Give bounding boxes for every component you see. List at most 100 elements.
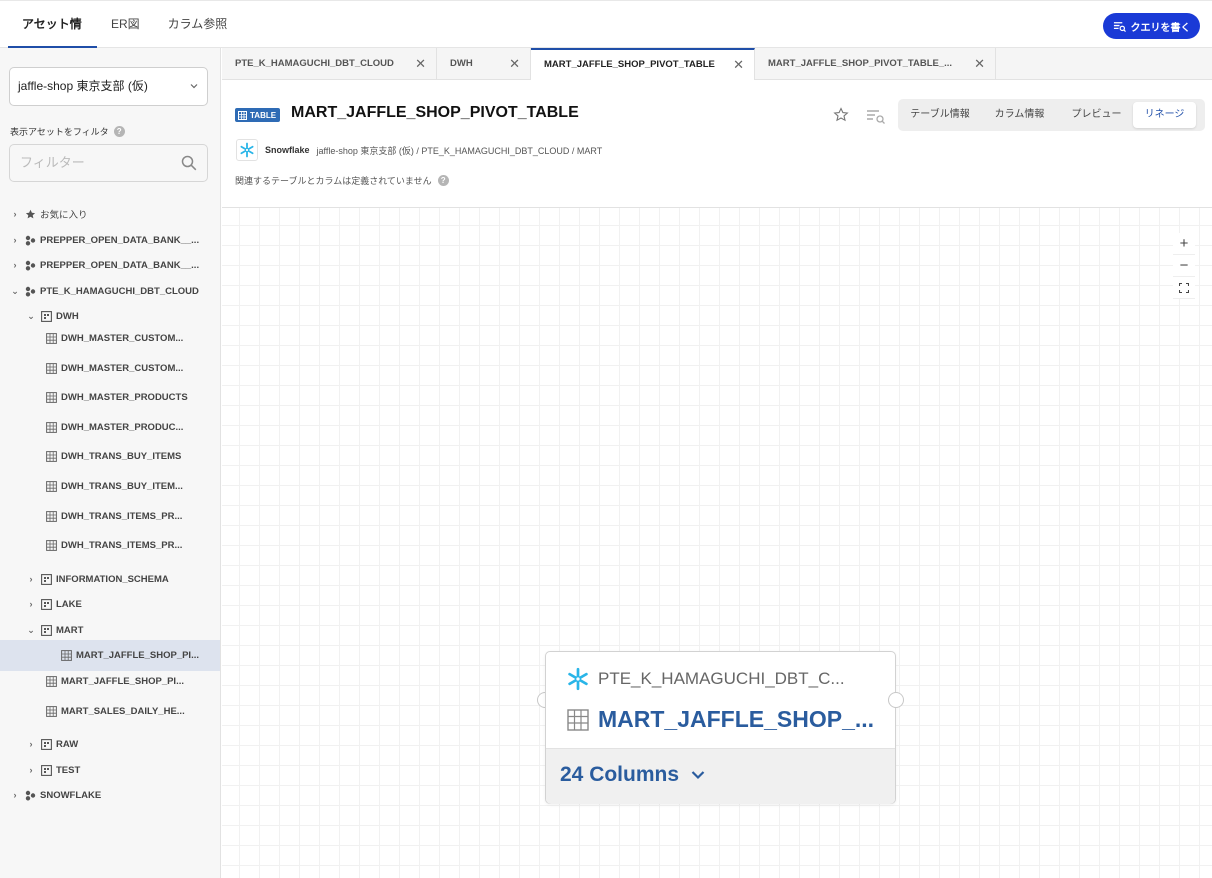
- view-preview[interactable]: プレビュー: [1060, 102, 1133, 128]
- open-tab-label: MART_JAFFLE_SHOP_PIVOT_TABLE_...: [768, 58, 953, 69]
- tree-item-label: DWH: [56, 310, 79, 322]
- node-output-handle[interactable]: [888, 692, 904, 708]
- tree-item[interactable]: › お気に入り: [10, 203, 88, 225]
- chevron-right-icon[interactable]: ›: [10, 209, 20, 219]
- chevron-down-icon[interactable]: ⌄: [26, 311, 36, 322]
- tree-item[interactable]: DWH_TRANS_ITEMS_PR...: [46, 505, 182, 527]
- schema-icon: [41, 624, 52, 636]
- table-icon: [46, 421, 57, 433]
- tree-item[interactable]: › SNOWFLAKE: [10, 784, 102, 806]
- database-icon: [25, 790, 36, 801]
- tree-item[interactable]: DWH_TRANS_ITEMS_PR...: [46, 534, 182, 556]
- table-icon: [46, 705, 57, 717]
- tree-item-label: DWH_MASTER_PRODUCTS: [61, 391, 188, 403]
- table-icon: [238, 110, 247, 120]
- tree-item[interactable]: DWH_MASTER_PRODUCTS: [46, 386, 188, 408]
- chevron-down-icon[interactable]: ⌄: [10, 286, 20, 297]
- close-icon[interactable]: ✕: [509, 48, 520, 80]
- chevron-down-icon: [190, 84, 198, 89]
- organization-select-value: jaffle-shop 東京支部 (仮): [18, 79, 148, 93]
- tree-item-label: INFORMATION_SCHEMA: [56, 573, 169, 585]
- tree-item[interactable]: MART_SALES_DAILY_HE...: [46, 700, 185, 722]
- tree-item[interactable]: › RAW: [26, 733, 79, 755]
- close-icon[interactable]: ✕: [974, 48, 985, 80]
- fullscreen-icon: [1179, 282, 1189, 293]
- snowflake-icon: [568, 667, 588, 691]
- tree-item-label: DWH_TRANS_BUY_ITEM...: [61, 480, 183, 492]
- table-icon: [46, 391, 57, 403]
- database-icon: [25, 286, 36, 297]
- tree-item-label: DWH_MASTER_CUSTOM...: [61, 332, 184, 344]
- tree-item[interactable]: › PREPPER_OPEN_DATA_BANK__...: [10, 229, 200, 251]
- table-icon: [46, 450, 57, 462]
- tree-item-label: PREPPER_OPEN_DATA_BANK__...: [40, 259, 200, 271]
- view-table-info[interactable]: テーブル情報: [901, 102, 979, 128]
- open-tab[interactable]: PTE_K_HAMAGUCHI_DBT_CLOUD ✕: [222, 48, 437, 80]
- tree-item[interactable]: DWH_MASTER_PRODUC...: [46, 416, 183, 438]
- tree-item-label: SNOWFLAKE: [40, 789, 102, 801]
- tree-item[interactable]: MART_JAFFLE_SHOP_PI...: [46, 670, 184, 692]
- tree-item[interactable]: › TEST: [26, 759, 81, 781]
- asset-header: TABLE MART_JAFFLE_SHOP_PIVOT_TABLE テーブル情…: [222, 80, 1212, 208]
- tree-item[interactable]: MART_JAFFLE_SHOP_PI...: [0, 640, 220, 671]
- open-tab[interactable]: MART_JAFFLE_SHOP_PIVOT_TABLE_... ✕: [755, 48, 996, 80]
- close-icon[interactable]: ✕: [415, 48, 426, 80]
- table-badge-text: TABLE: [250, 110, 277, 120]
- tree-item[interactable]: DWH_MASTER_CUSTOM...: [46, 327, 183, 349]
- tree-item[interactable]: ⌄ MART: [26, 619, 83, 641]
- tab-asset-info[interactable]: アセット情報: [8, 1, 97, 78]
- tree-item-label: PTE_K_HAMAGUCHI_DBT_CLOUD: [40, 285, 199, 297]
- help-icon[interactable]: ?: [113, 126, 125, 137]
- organization-select[interactable]: jaffle-shop 東京支部 (仮): [9, 67, 208, 106]
- open-tab-active[interactable]: MART_JAFFLE_SHOP_PIVOT_TABLE ✕: [531, 48, 755, 81]
- zoom-in-button[interactable]: +: [1173, 233, 1195, 255]
- search-icon[interactable]: [181, 155, 197, 171]
- filter-input[interactable]: フィルター: [9, 144, 208, 182]
- node-footer: 24 Columns: [546, 748, 895, 804]
- tree-item[interactable]: ⌄ DWH: [26, 305, 79, 327]
- tree-item-label: お気に入り: [40, 210, 88, 221]
- chevron-right-icon[interactable]: ›: [26, 739, 36, 749]
- open-tab-label: DWH: [450, 58, 473, 69]
- tree-item-label: LAKE: [56, 598, 82, 610]
- chevron-right-icon[interactable]: ›: [26, 599, 36, 609]
- query-search-icon[interactable]: [866, 108, 886, 124]
- tab-column-reference[interactable]: カラム参照: [154, 1, 242, 48]
- tree-item[interactable]: DWH_TRANS_BUY_ITEM...: [46, 475, 183, 497]
- star-icon: [25, 209, 36, 220]
- tab-er-diagram[interactable]: ER図: [97, 1, 154, 48]
- table-icon: [46, 675, 57, 687]
- open-tab[interactable]: DWH ✕: [437, 48, 531, 80]
- view-lineage[interactable]: リネージ: [1133, 102, 1196, 128]
- columns-toggle[interactable]: 24 Columns: [560, 763, 705, 787]
- tree-item[interactable]: › INFORMATION_SCHEMA: [26, 568, 169, 590]
- tree-item-label: MART_JAFFLE_SHOP_PI...: [76, 650, 199, 661]
- lineage-note: 関連するテーブルとカラムは定義されていません ?: [235, 174, 449, 187]
- write-query-button[interactable]: クエリを書く: [1103, 13, 1200, 39]
- fit-view-button[interactable]: [1173, 277, 1195, 299]
- query-icon: [1113, 21, 1126, 32]
- close-icon[interactable]: ✕: [733, 50, 744, 79]
- filter-label-text: 表示アセットをフィルタ: [10, 127, 109, 137]
- schema-icon: [41, 573, 52, 585]
- lineage-node[interactable]: PTE_K_HAMAGUCHI_DBT_C... MART_JAFFLE_SHO…: [545, 651, 896, 804]
- chevron-right-icon[interactable]: ›: [10, 260, 20, 270]
- chevron-down-icon[interactable]: ⌄: [26, 625, 36, 636]
- star-icon[interactable]: [833, 107, 849, 123]
- tree-item[interactable]: › LAKE: [26, 593, 82, 615]
- table-icon: [46, 362, 57, 374]
- tree-item[interactable]: DWH_MASTER_CUSTOM...: [46, 357, 183, 379]
- zoom-controls: + −: [1173, 233, 1195, 299]
- asset-path[interactable]: jaffle-shop 東京支部 (仮) / PTE_K_HAMAGUCHI_D…: [317, 144, 603, 157]
- chevron-right-icon[interactable]: ›: [26, 574, 36, 584]
- view-column-info[interactable]: カラム情報: [979, 102, 1060, 128]
- zoom-out-button[interactable]: −: [1173, 255, 1195, 277]
- chevron-right-icon[interactable]: ›: [10, 235, 20, 245]
- chevron-right-icon[interactable]: ›: [26, 765, 36, 775]
- tree-item[interactable]: › PREPPER_OPEN_DATA_BANK__...: [10, 254, 200, 276]
- help-icon[interactable]: ?: [437, 175, 449, 186]
- tree-item[interactable]: DWH_TRANS_BUY_ITEMS: [46, 445, 181, 467]
- chevron-right-icon[interactable]: ›: [10, 790, 20, 800]
- tree-item[interactable]: ⌄ PTE_K_HAMAGUCHI_DBT_CLOUD: [10, 280, 199, 302]
- table-icon: [46, 332, 57, 344]
